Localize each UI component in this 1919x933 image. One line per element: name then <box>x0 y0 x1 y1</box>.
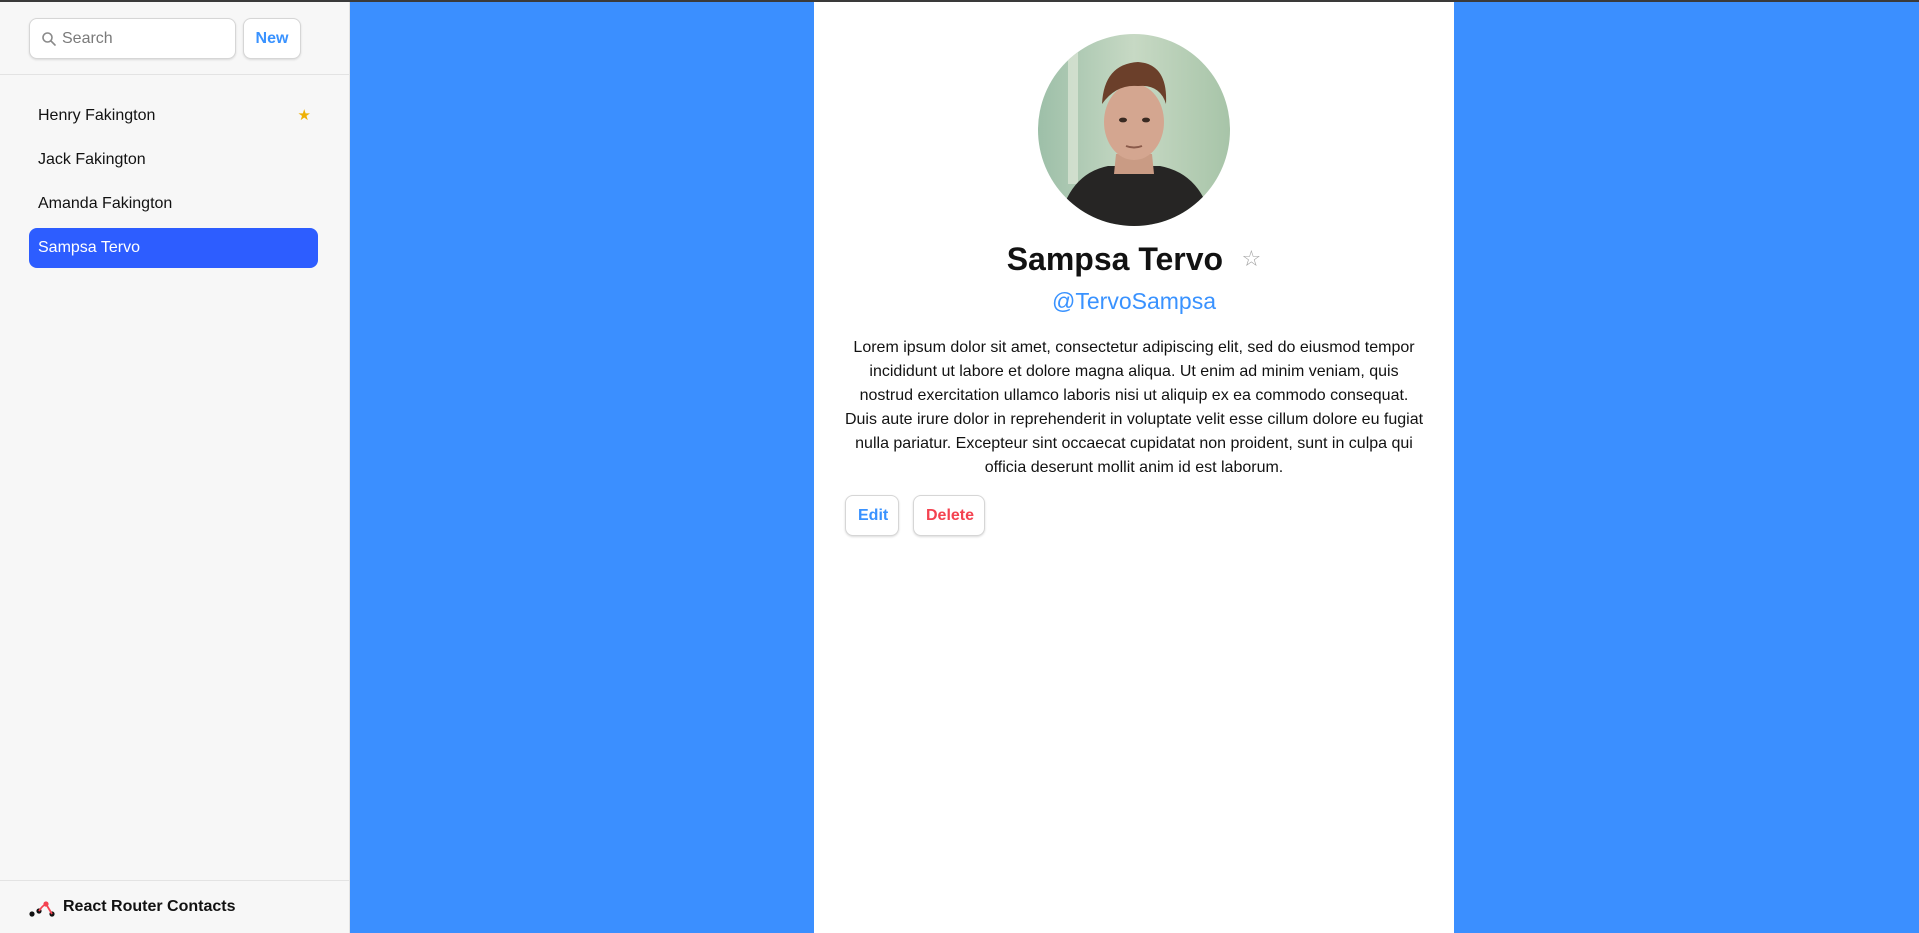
edit-button[interactable]: Edit <box>845 495 899 536</box>
contact-item-amanda-fakington[interactable]: Amanda Fakington <box>29 184 318 224</box>
contact-name: Sampsa Tervo <box>1006 241 1224 277</box>
contact-detail-card: Sampsa Tervo ☆ @TervoSampsa Lorem ipsum … <box>814 2 1454 933</box>
sidebar: New Henry Fakington ★ Jack Fakington Ama… <box>0 2 350 933</box>
contact-item-label: Amanda Fakington <box>38 195 173 212</box>
react-router-logo-icon <box>29 901 55 917</box>
contact-list: Henry Fakington ★ Jack Fakington Amanda … <box>29 96 318 272</box>
contact-item-henry-fakington[interactable]: Henry Fakington ★ <box>29 96 318 136</box>
search-form <box>29 18 236 59</box>
contact-twitter-link[interactable]: @TervoSampsa <box>814 288 1454 315</box>
search-input[interactable] <box>62 19 230 58</box>
avatar-photo <box>1038 34 1230 226</box>
contact-item-label: Sampsa Tervo <box>38 239 140 256</box>
contact-item-jack-fakington[interactable]: Jack Fakington <box>29 140 318 180</box>
favorite-star-icon: ★ <box>297 107 311 124</box>
sidebar-footer: React Router Contacts <box>0 880 349 933</box>
contact-notes: Lorem ipsum dolor sit amet, consectetur … <box>844 339 1424 476</box>
search-icon <box>42 32 56 46</box>
contact-item-label: Henry Fakington <box>38 107 156 124</box>
delete-button[interactable]: Delete <box>913 495 985 536</box>
contact-actions: Edit Delete <box>845 495 985 536</box>
new-contact-button[interactable]: New <box>243 18 301 59</box>
contact-avatar <box>1038 34 1230 226</box>
contact-item-sampsa-tervo[interactable]: Sampsa Tervo <box>29 228 318 268</box>
contact-name-row: Sampsa Tervo ☆ <box>814 241 1454 285</box>
main-panel: Sampsa Tervo ☆ @TervoSampsa Lorem ipsum … <box>350 2 1919 933</box>
favorite-star-outline-icon[interactable]: ☆ <box>1242 247 1262 272</box>
contact-item-label: Jack Fakington <box>38 151 146 168</box>
sidebar-header: New <box>0 2 349 75</box>
brand-title: React Router Contacts <box>63 898 236 915</box>
